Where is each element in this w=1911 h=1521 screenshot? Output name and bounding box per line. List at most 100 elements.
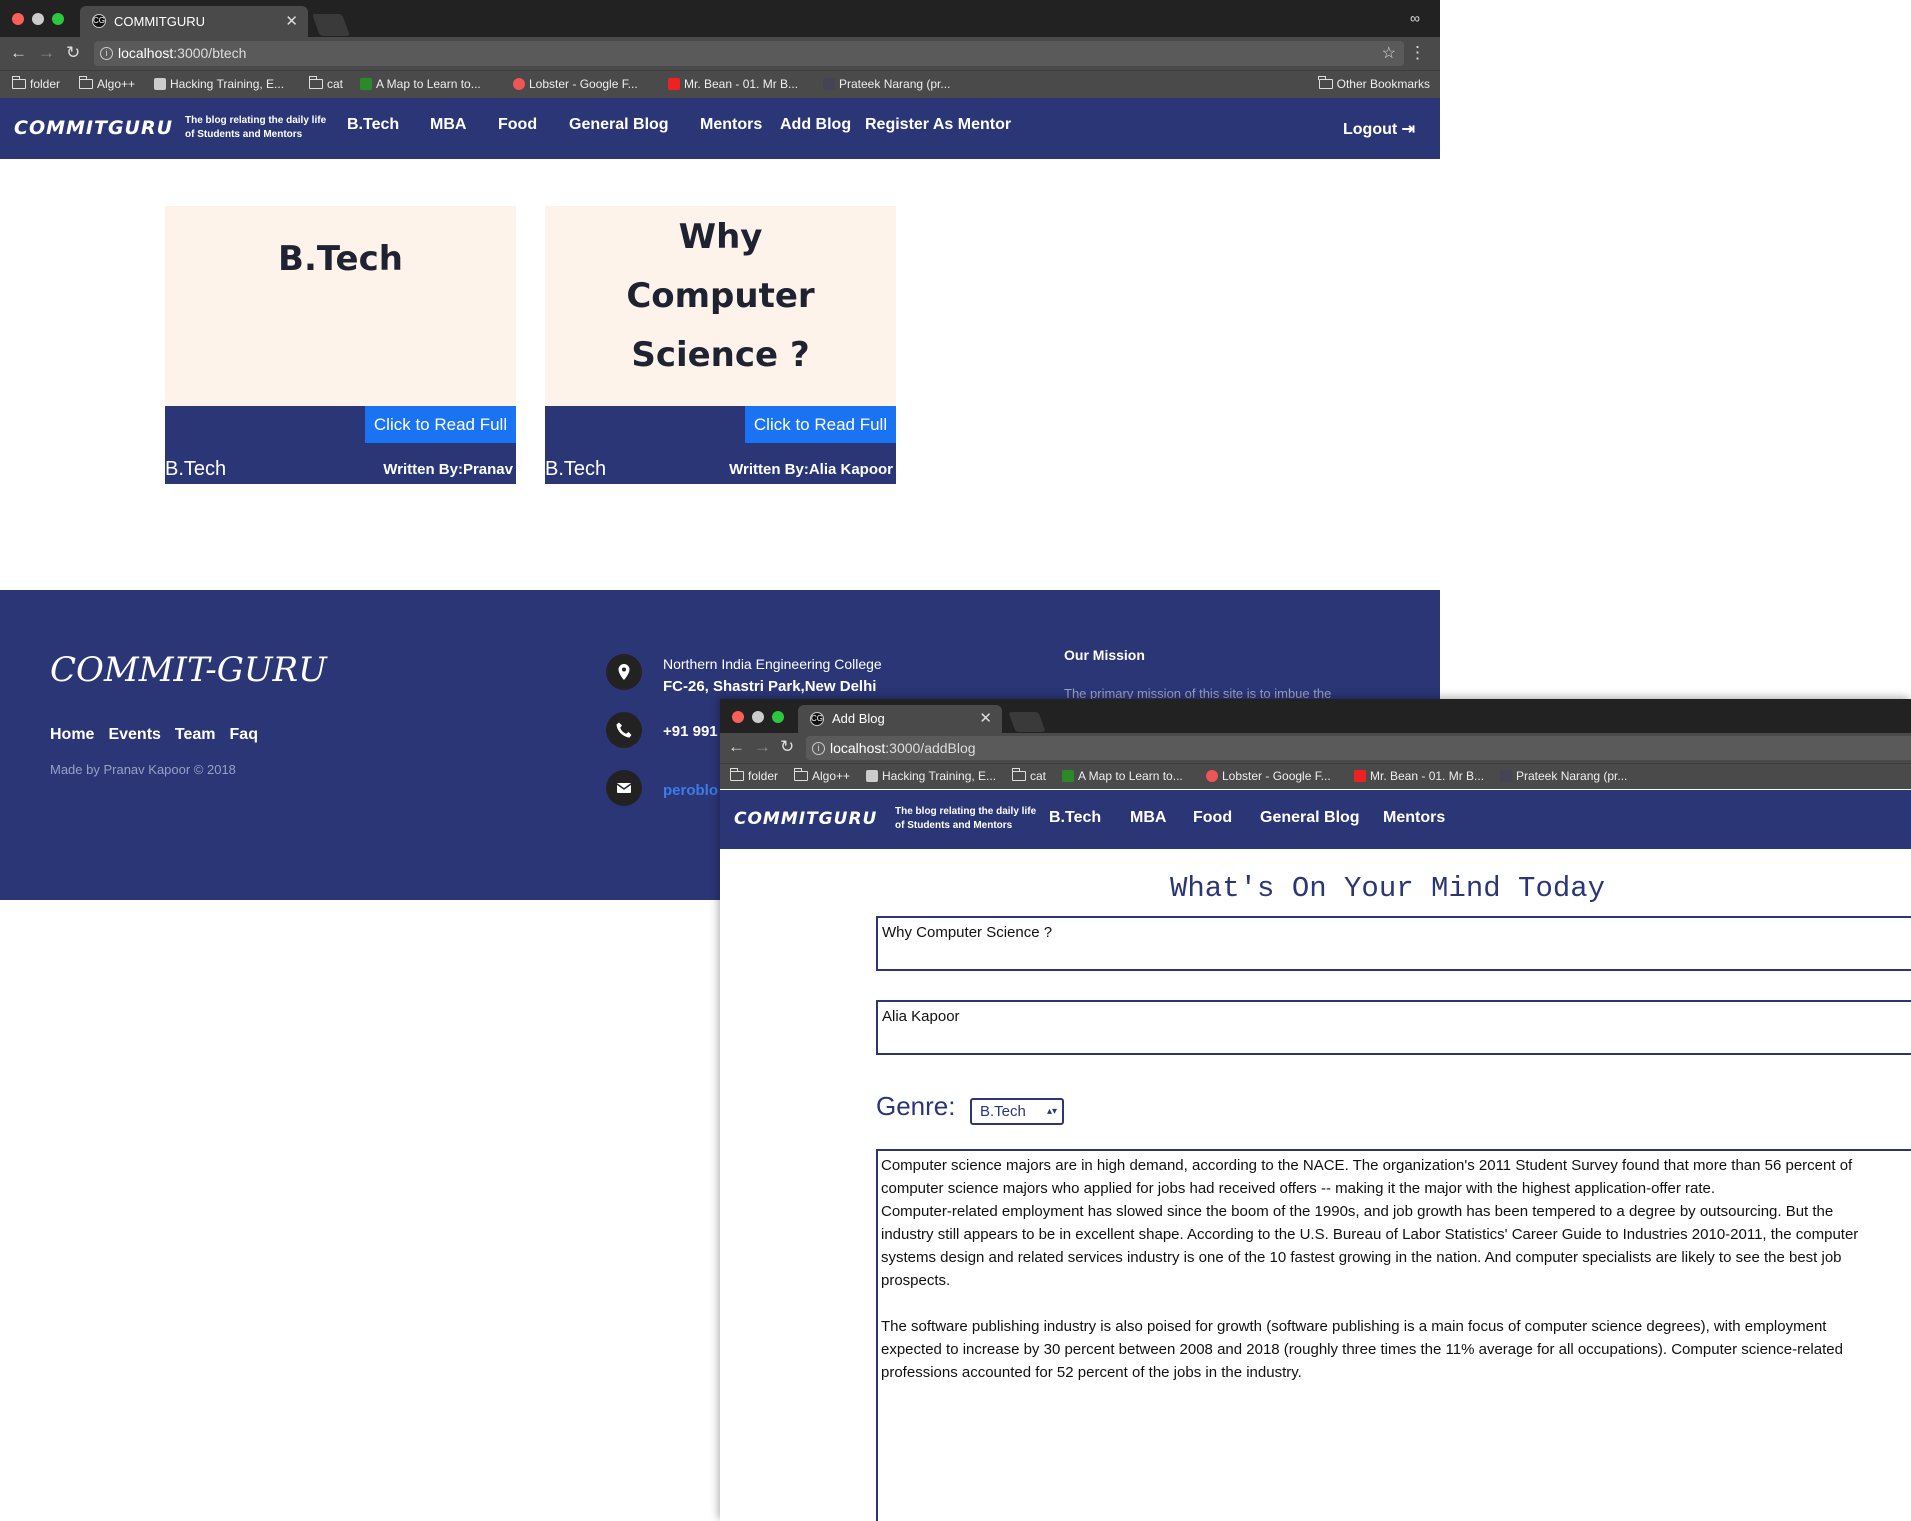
blog-body-textarea[interactable]: Computer science majors are in high dema… (876, 1149, 1911, 1521)
new-tab-button[interactable] (1008, 712, 1046, 732)
address-toolbar: ← → ↻ i localhost:3000/addBlog (720, 733, 1911, 763)
footer-mission-title: Our Mission (1064, 647, 1145, 663)
bookmark-page-icon (513, 78, 525, 90)
reload-icon[interactable]: ↻ (66, 44, 80, 62)
new-tab-button[interactable] (311, 14, 351, 36)
email-icon (606, 770, 642, 806)
bookmark-item[interactable]: A Map to Learn to... (360, 77, 481, 91)
menu-icon[interactable]: ⋮ (1409, 44, 1426, 62)
bookmark-item[interactable]: cat (1011, 768, 1046, 783)
forward-icon[interactable]: → (38, 44, 55, 62)
footer-link-events[interactable]: Events (108, 726, 160, 744)
nav-mba[interactable]: MBA (430, 116, 466, 134)
bookmark-page-icon (360, 78, 372, 90)
info-icon[interactable]: i (100, 47, 113, 60)
footer-links: Home Events Team Faq (50, 726, 258, 744)
read-full-button[interactable]: Click to Read Full (365, 406, 516, 443)
footer-phone: +91 991 (663, 723, 718, 740)
folder-icon (11, 76, 26, 89)
browser-tab[interactable]: CG Add Blog ✕ (798, 705, 1002, 733)
site-logo[interactable]: COMMITGURU (14, 117, 173, 139)
bookmark-item[interactable]: Lobster - Google F... (513, 77, 638, 91)
blog-card-genre: B.Tech (545, 458, 607, 480)
nav-general-blog[interactable]: General Blog (1260, 809, 1360, 827)
folder-icon (1318, 76, 1333, 89)
read-full-button[interactable]: Click to Read Full (745, 406, 896, 443)
minimize-window-dot[interactable] (752, 711, 764, 723)
footer-link-home[interactable]: Home (50, 726, 94, 744)
blog-card-genre: B.Tech (165, 458, 227, 480)
bookmark-item[interactable]: Lobster - Google F... (1206, 769, 1331, 783)
close-tab-icon[interactable]: ✕ (979, 705, 992, 733)
maximize-window-dot[interactable] (52, 13, 64, 25)
browser-tab[interactable]: CG COMMITGURU ✕ (80, 6, 308, 37)
logout-link[interactable]: Logout ⇥ (1343, 119, 1415, 139)
bookmark-star-icon[interactable]: ☆ (1382, 41, 1396, 66)
footer-made-by: Made by Pranav Kapoor © 2018 (50, 762, 236, 777)
blog-card-author: Written By:Pranav (383, 461, 513, 478)
bookmarks-bar: folder Algo++ Hacking Training, E... cat… (720, 763, 1911, 789)
bookmark-item[interactable]: Hacking Training, E... (154, 77, 284, 91)
maximize-window-dot[interactable] (772, 711, 784, 723)
close-window-dot[interactable] (12, 13, 24, 25)
reload-icon[interactable]: ↻ (780, 738, 794, 756)
bookmark-page-icon (1500, 770, 1512, 782)
site-navbar: COMMITGURU The blog relating the daily l… (0, 98, 1440, 159)
author-input[interactable]: Alia Kapoor (876, 1000, 1911, 1055)
browser-window-2: CG Add Blog ✕ ← → ↻ i localhost:3000/add… (720, 699, 1911, 1521)
address-bar[interactable]: i localhost:3000/addBlog (806, 736, 1911, 760)
bookmark-item[interactable]: folder (11, 76, 60, 91)
bookmark-item[interactable]: Mr. Bean - 01. Mr B... (1354, 769, 1484, 783)
location-icon (606, 654, 642, 690)
site-logo[interactable]: COMMITGURU (734, 809, 877, 829)
bookmark-item[interactable]: folder (729, 768, 778, 783)
site-tagline: The blog relating the daily life of Stud… (185, 115, 327, 140)
phone-icon (606, 712, 642, 748)
nav-add-blog[interactable]: Add Blog (780, 116, 851, 134)
genre-select[interactable]: B.Tech ▴▾ (970, 1098, 1064, 1125)
nav-mba[interactable]: MBA (1130, 809, 1166, 827)
back-icon[interactable]: ← (10, 44, 27, 62)
close-window-dot[interactable] (732, 711, 744, 723)
nav-food[interactable]: Food (1193, 809, 1232, 827)
footer-email[interactable]: peroblo (663, 782, 718, 799)
back-icon[interactable]: ← (728, 738, 745, 756)
nav-register-mentor[interactable]: Register As Mentor (865, 116, 1011, 134)
nav-mentors[interactable]: Mentors (1383, 809, 1445, 827)
address-toolbar: ← → ↻ i localhost:3000/btech ☆ ⋮ (0, 37, 1440, 70)
minimize-window-dot[interactable] (32, 13, 44, 25)
nav-general-blog[interactable]: General Blog (569, 116, 669, 134)
nav-food[interactable]: Food (498, 116, 537, 134)
browser-chrome: CG COMMITGURU ✕ ∞ ← → ↻ i localhost:3000… (0, 0, 1440, 98)
address-bar[interactable]: i localhost:3000/btech ☆ (94, 41, 1404, 66)
folder-icon (793, 768, 808, 781)
bookmark-item[interactable]: Algo++ (793, 768, 850, 783)
url-host: localhost (118, 45, 174, 61)
nav-btech[interactable]: B.Tech (347, 116, 399, 134)
bookmark-item[interactable]: cat (308, 76, 343, 91)
bookmark-item[interactable]: Algo++ (78, 76, 135, 91)
bookmark-item[interactable]: Hacking Training, E... (866, 769, 996, 783)
bookmark-item[interactable]: Prateek Narang (pr... (1500, 769, 1627, 783)
bookmark-item[interactable]: A Map to Learn to... (1062, 769, 1183, 783)
info-icon[interactable]: i (812, 742, 825, 755)
bookmarks-bar: folder Algo++ Hacking Training, E... cat… (0, 70, 1440, 98)
bookmark-page-icon (154, 78, 166, 90)
folder-icon (308, 76, 323, 89)
browser-chrome: CG Add Blog ✕ ← → ↻ i localhost:3000/add… (720, 699, 1911, 789)
folder-icon (78, 76, 93, 89)
other-bookmarks[interactable]: Other Bookmarks (1318, 76, 1430, 91)
close-tab-icon[interactable]: ✕ (285, 6, 298, 37)
bookmark-item[interactable]: Prateek Narang (pr... (823, 77, 950, 91)
folder-icon (1011, 768, 1026, 781)
nav-btech[interactable]: B.Tech (1049, 809, 1101, 827)
forward-icon[interactable]: → (754, 738, 771, 756)
nav-mentors[interactable]: Mentors (700, 116, 762, 134)
genre-label: Genre: (876, 1091, 956, 1121)
footer-link-team[interactable]: Team (175, 726, 216, 744)
blog-title-input[interactable]: Why Computer Science ? (876, 916, 1911, 971)
bookmark-item[interactable]: Mr. Bean - 01. Mr B... (668, 77, 798, 91)
bookmark-page-icon (1206, 770, 1218, 782)
footer-link-faq[interactable]: Faq (230, 726, 258, 744)
youtube-icon (1354, 770, 1366, 782)
